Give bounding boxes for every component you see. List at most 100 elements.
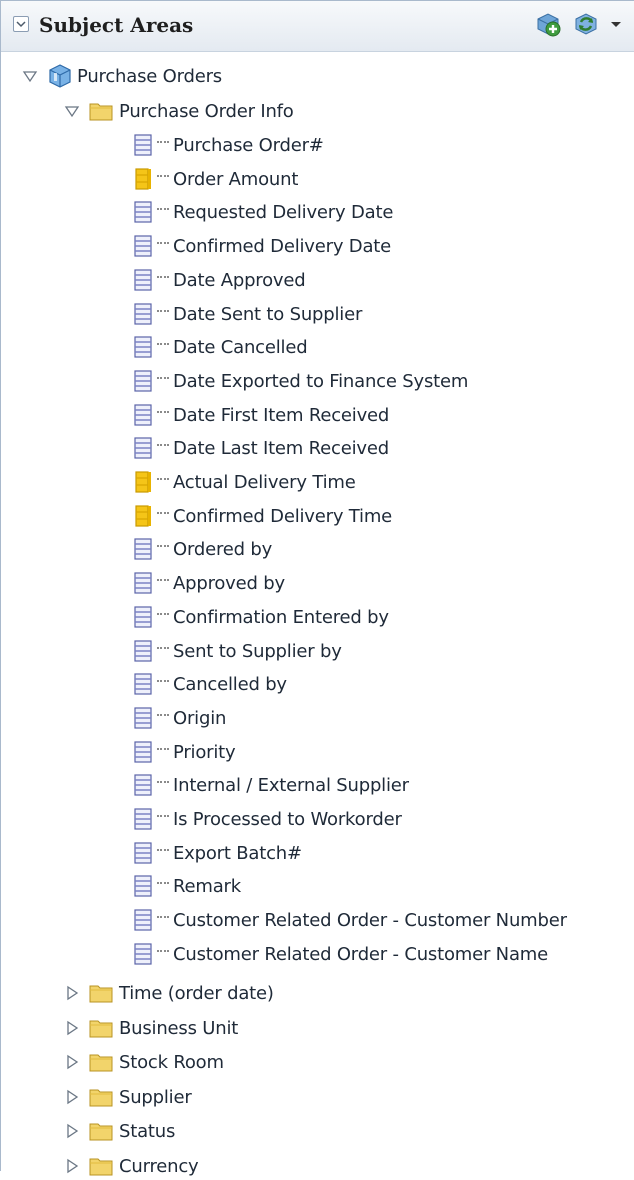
tree-column-item[interactable]: Cancelled by bbox=[133, 670, 287, 698]
tree-connector bbox=[157, 944, 169, 952]
tree-column-label: Customer Related Order - Customer Number bbox=[173, 909, 567, 931]
tree-connector bbox=[157, 775, 169, 783]
attribute-column-icon bbox=[133, 807, 155, 831]
tree-column-label: Date First Item Received bbox=[173, 404, 390, 426]
collapsed-triangle-icon[interactable] bbox=[63, 1019, 81, 1037]
collapsed-triangle-icon[interactable] bbox=[63, 1122, 81, 1140]
tree-column-label: Date Approved bbox=[173, 269, 306, 291]
chevron-down-icon[interactable] bbox=[13, 16, 29, 32]
tree-connector bbox=[157, 708, 169, 716]
tree-connector bbox=[157, 169, 169, 177]
attribute-column-icon bbox=[133, 908, 155, 932]
tree-column-item[interactable]: Origin bbox=[133, 704, 226, 732]
attribute-column-icon bbox=[133, 706, 155, 730]
tree-column-item[interactable]: Date First Item Received bbox=[133, 401, 389, 429]
tree-node-label: Purchase Orders bbox=[77, 65, 222, 87]
tree-column-label: Confirmation Entered by bbox=[173, 606, 389, 628]
tree-connector bbox=[157, 910, 169, 918]
tree-column-item[interactable]: Purchase Order# bbox=[133, 131, 324, 159]
tree-column-label: Date Last Item Received bbox=[173, 437, 389, 459]
tree-connector bbox=[157, 304, 169, 312]
tree-column-item[interactable]: Requested Delivery Date bbox=[133, 198, 393, 226]
tree-column-label: Confirmed Delivery Date bbox=[173, 235, 392, 257]
tree-column-item[interactable]: Customer Related Order - Customer Number bbox=[133, 906, 567, 934]
tree-folder-purchase-order-info[interactable]: Purchase Order Info bbox=[63, 97, 294, 125]
tree-column-item[interactable]: Confirmation Entered by bbox=[133, 603, 389, 631]
tree-column-item[interactable]: Date Sent to Supplier bbox=[133, 300, 362, 328]
attribute-column-icon bbox=[133, 403, 155, 427]
tree-column-item[interactable]: Remark bbox=[133, 872, 241, 900]
tree-column-item[interactable]: Actual Delivery Time bbox=[133, 468, 356, 496]
tree-connector bbox=[157, 270, 169, 278]
attribute-column-icon bbox=[133, 874, 155, 898]
attribute-column-icon bbox=[133, 133, 155, 157]
tree-column-item[interactable]: Confirmed Delivery Time bbox=[133, 502, 392, 530]
attribute-column-icon bbox=[133, 200, 155, 224]
tree-column-item[interactable]: Ordered by bbox=[133, 535, 272, 563]
subject-area-icon bbox=[47, 63, 73, 89]
folder-icon bbox=[89, 983, 113, 1003]
attribute-column-icon bbox=[133, 639, 155, 663]
expanded-triangle-icon[interactable] bbox=[63, 102, 81, 120]
tree-column-item[interactable]: Internal / External Supplier bbox=[133, 771, 409, 799]
tree-column-item[interactable]: Sent to Supplier by bbox=[133, 637, 342, 665]
tree-column-item[interactable]: Date Exported to Finance System bbox=[133, 367, 468, 395]
attribute-column-icon bbox=[133, 268, 155, 292]
tree-column-item[interactable]: Confirmed Delivery Date bbox=[133, 232, 391, 260]
tree-column-item[interactable]: Date Approved bbox=[133, 266, 306, 294]
tree-column-item[interactable]: Approved by bbox=[133, 569, 285, 597]
tree-connector bbox=[157, 135, 169, 143]
dropdown-arrow-icon[interactable] bbox=[607, 15, 625, 33]
subject-areas-panel: Subject Areas Purchase Orders Purchase O… bbox=[0, 0, 634, 1177]
tree-folder-item[interactable]: Currency bbox=[63, 1152, 199, 1180]
attribute-column-icon bbox=[133, 436, 155, 460]
tree-column-label: Confirmed Delivery Time bbox=[173, 505, 393, 527]
tree-folder-item[interactable]: Time (order date) bbox=[63, 979, 274, 1007]
tree-column-item[interactable]: Date Cancelled bbox=[133, 333, 308, 361]
tree-column-item[interactable]: Export Batch# bbox=[133, 839, 302, 867]
collapsed-triangle-icon[interactable] bbox=[63, 984, 81, 1002]
tree-column-item[interactable]: Order Amount bbox=[133, 165, 298, 193]
tree-connector bbox=[157, 236, 169, 244]
tree-folder-label: Status bbox=[119, 1120, 176, 1142]
tree-folder-item[interactable]: Stock Room bbox=[63, 1048, 224, 1076]
tree-connector bbox=[157, 337, 169, 345]
tree-connector bbox=[157, 405, 169, 413]
tree-column-label: Export Batch# bbox=[173, 842, 302, 864]
attribute-column-icon bbox=[133, 672, 155, 696]
collapsed-triangle-icon[interactable] bbox=[63, 1088, 81, 1106]
add-subject-area-icon[interactable] bbox=[534, 10, 562, 38]
attribute-column-icon bbox=[133, 571, 155, 595]
tree-column-item[interactable]: Date Last Item Received bbox=[133, 434, 389, 462]
tree-folder-label: Time (order date) bbox=[119, 982, 274, 1004]
tree-column-label: Sent to Supplier by bbox=[173, 640, 342, 662]
refresh-icon[interactable] bbox=[572, 10, 600, 38]
tree-column-item[interactable]: Is Processed to Workorder bbox=[133, 805, 402, 833]
tree-folder-item[interactable]: Supplier bbox=[63, 1083, 192, 1111]
tree-folder-item[interactable]: Status bbox=[63, 1117, 175, 1145]
expanded-triangle-icon[interactable] bbox=[21, 67, 39, 85]
collapsed-triangle-icon[interactable] bbox=[63, 1157, 81, 1175]
tree-column-label: Date Sent to Supplier bbox=[173, 303, 363, 325]
tree-column-label: Internal / External Supplier bbox=[173, 774, 409, 796]
tree-connector bbox=[157, 573, 169, 581]
measure-column-icon bbox=[133, 504, 155, 528]
folder-icon bbox=[89, 1052, 113, 1072]
tree-connector bbox=[157, 438, 169, 446]
tree-column-label: Actual Delivery Time bbox=[173, 471, 356, 493]
tree-node-root[interactable]: Purchase Orders bbox=[21, 62, 222, 90]
tree-column-label: Approved by bbox=[173, 572, 285, 594]
tree-column-item[interactable]: Priority bbox=[133, 738, 236, 766]
tree-column-item[interactable]: Customer Related Order - Customer Name bbox=[133, 940, 548, 968]
panel-header: Subject Areas bbox=[1, 0, 634, 52]
tree-folder-item[interactable]: Business Unit bbox=[63, 1014, 238, 1042]
attribute-column-icon bbox=[133, 942, 155, 966]
tree-connector bbox=[157, 809, 169, 817]
tree-connector bbox=[157, 472, 169, 480]
collapsed-triangle-icon[interactable] bbox=[63, 1053, 81, 1071]
tree-column-label: Ordered by bbox=[173, 538, 273, 560]
measure-column-icon bbox=[133, 470, 155, 494]
tree-connector bbox=[157, 674, 169, 682]
tree-connector bbox=[157, 742, 169, 750]
tree-column-label: Remark bbox=[173, 875, 241, 897]
